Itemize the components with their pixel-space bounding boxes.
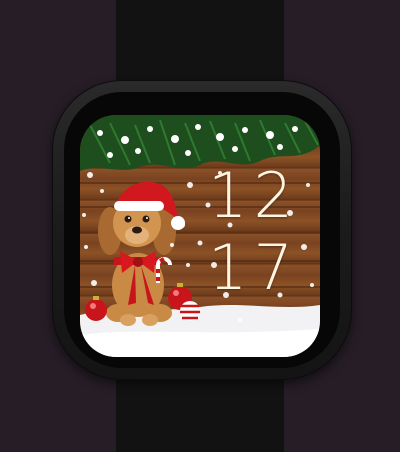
clock-minutes: 17: [208, 231, 299, 304]
puppy-icon: [98, 199, 176, 326]
watch-face[interactable]: 12 17: [80, 115, 320, 357]
clock-hours: 12: [208, 159, 299, 232]
ornament-icon: [180, 301, 200, 321]
ornament-icon: [85, 296, 107, 321]
